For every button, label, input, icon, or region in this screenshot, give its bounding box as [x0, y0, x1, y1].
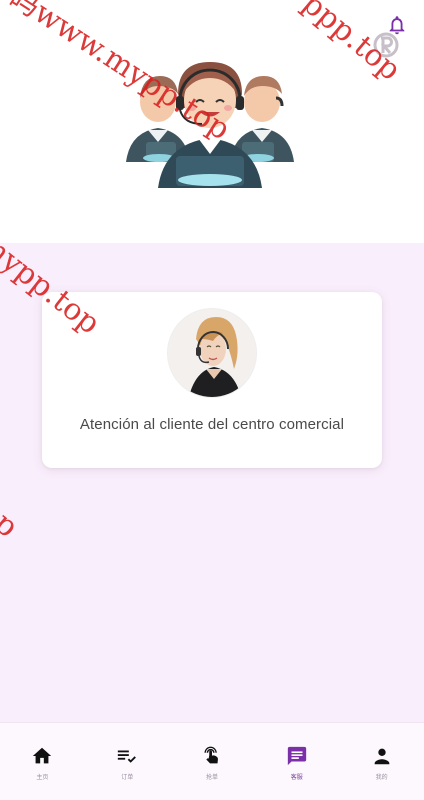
nav-item-grab-order[interactable]: 抢单 — [170, 723, 255, 800]
nav-label-home: 主页 — [36, 775, 49, 781]
customer-service-team-illustration — [126, 62, 294, 188]
nav-label-orders: 订单 — [121, 775, 134, 781]
card-title: Atención al cliente del centro comercial — [79, 416, 345, 433]
chat-icon — [287, 746, 306, 766]
nav-item-customer-service[interactable]: 客服 — [254, 723, 339, 800]
nav-label-customer-service: 客服 — [290, 775, 303, 781]
header-banner — [0, 0, 424, 243]
headset-agent-photo — [167, 308, 257, 398]
person-icon — [374, 748, 389, 765]
list-check-icon — [118, 750, 137, 763]
tap-hand-icon — [204, 746, 218, 764]
nav-item-orders[interactable]: 订单 — [85, 723, 170, 800]
nav-item-home[interactable]: 主页 — [0, 723, 85, 800]
home-icon — [33, 747, 52, 764]
bottom-navigation: 主页 订单 抢单 客服 我的 — [0, 722, 424, 800]
watermark-text: op — [0, 494, 25, 545]
nav-label-grab-order: 抢单 — [205, 775, 218, 781]
nav-label-profile: 我的 — [375, 775, 388, 781]
r-badge-icon — [373, 32, 399, 58]
customer-service-card[interactable]: Atención al cliente del centro comercial — [42, 292, 382, 468]
nav-item-profile[interactable]: 我的 — [339, 723, 424, 800]
